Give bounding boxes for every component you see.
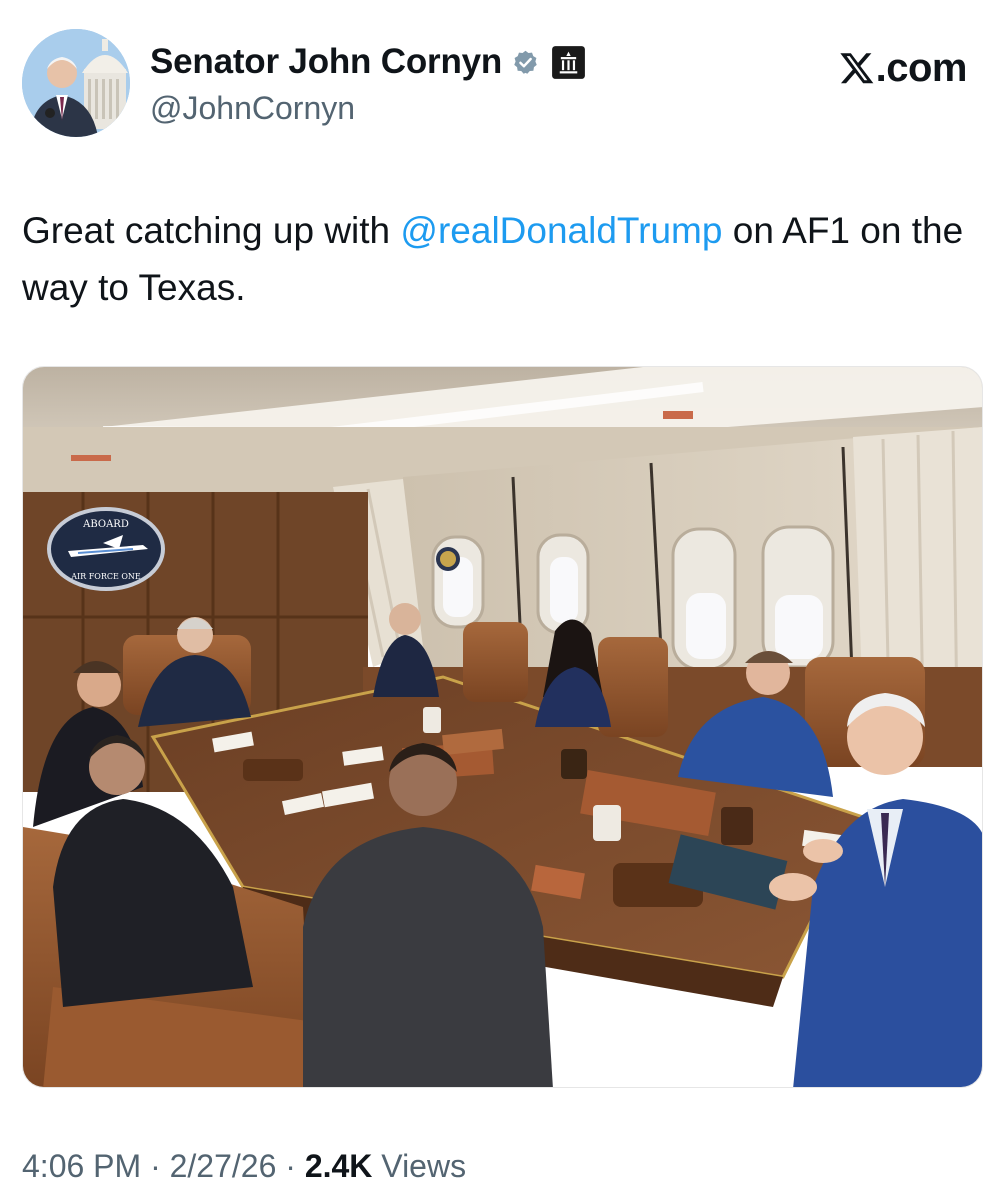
meta-separator: · [276,1148,305,1184]
verified-badge-icon[interactable] [512,49,539,76]
tweet-meta: 4:06 PM · 2/27/26 · 2.4K Views [22,1144,466,1188]
tweet-photo[interactable]: ABOARD AIR FORCE ONE [22,366,983,1088]
x-logo-icon [839,53,873,84]
tweet-text-before: Great catching up with [22,210,401,251]
author-display-name[interactable]: Senator John Cornyn [150,42,502,82]
author-name-row: Senator John Cornyn [150,42,586,82]
mention-link[interactable]: @realDonaldTrump [400,210,722,251]
author-handle[interactable]: @JohnCornyn [150,88,355,128]
x-com-brand: .com [839,46,968,90]
views-label: Views [372,1148,467,1184]
views-count[interactable]: 2.4K [305,1148,373,1184]
seal-top-text: ABOARD [82,519,129,530]
tweet-date[interactable]: 2/27/26 [170,1148,277,1184]
meta-separator: · [141,1148,170,1184]
tweet-text: Great catching up with @realDonaldTrump … [22,202,982,316]
brand-suffix: .com [875,46,968,90]
tweet-time[interactable]: 4:06 PM [22,1148,141,1184]
government-building-icon[interactable] [551,45,586,80]
air-force-one-cabin-photo: ABOARD AIR FORCE ONE [23,367,982,1087]
seal-bottom-text: AIR FORCE ONE [70,572,141,581]
avatar-image [22,29,130,137]
avatar[interactable] [22,29,130,137]
